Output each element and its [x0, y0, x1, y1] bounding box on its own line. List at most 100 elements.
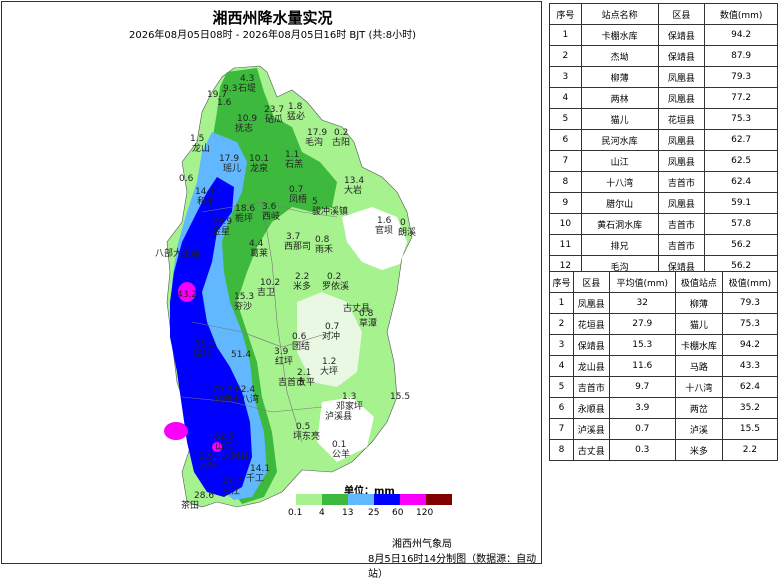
table-cell: 10: [549, 213, 582, 235]
table-cell: 猫儿: [580, 108, 659, 130]
map-station-label: 骏冲溪镇: [312, 207, 349, 217]
map-station-label: 0.2: [334, 128, 349, 138]
table-cell: 柳薄: [675, 292, 723, 314]
station-row: 3 柳薄 凤凰县 79.3: [549, 66, 778, 88]
map-station-label: 1.3: [342, 392, 357, 402]
map-station-label: 葛莱: [250, 249, 269, 259]
table-cell: 4: [549, 87, 582, 109]
table-header-cell: 区县: [657, 3, 706, 25]
map-station-label: 4.4: [249, 239, 264, 249]
table-cell: 62.7: [704, 129, 778, 151]
table-header-cell: 序号: [549, 3, 582, 25]
map-station-label: 0.6: [179, 174, 194, 184]
map-station-label: 0: [400, 218, 406, 228]
table-cell: 8: [549, 171, 582, 193]
table-cell: 77.2: [704, 87, 778, 109]
map-station-label: 石羔: [285, 160, 304, 170]
map-station-label: 0.7: [325, 322, 340, 332]
map-station-label: 3.9: [274, 347, 289, 357]
station-row: 10 黄石洞水库 吉首市 57.8: [549, 213, 778, 235]
county-row: 3 保靖县 15.3 卡棚水库 94.2: [548, 334, 779, 356]
table-cell: 黄石洞水库: [580, 213, 659, 235]
county-row: 7 泸溪县 0.7 泸溪 15.5: [548, 418, 779, 440]
map-station-label: 15.5: [390, 392, 411, 402]
table-cell: 0.3: [608, 439, 677, 461]
map-station-label: 泸溪县: [325, 412, 353, 422]
county-row: 8 古丈县 0.3 米多 2.2: [548, 439, 779, 461]
table-cell: 两林: [580, 87, 659, 109]
table-cell: 6: [548, 397, 575, 419]
table-cell: 柳薄: [580, 66, 659, 88]
table-cell: 凤凰县: [573, 292, 610, 314]
table-cell: 凤凰县: [657, 87, 706, 109]
station-row: 8 十八湾 吉首市 62.4: [549, 171, 778, 193]
map-station-label: 大坪: [320, 367, 339, 377]
map-station-label: 17.9: [219, 154, 240, 164]
table-cell: 米多: [675, 439, 723, 461]
footer-organization: 湘西州气象局: [392, 539, 452, 550]
map-station-label: 对冲: [322, 332, 341, 342]
magenta-spot-2: [164, 422, 188, 440]
legend-swatch: [296, 494, 322, 505]
map-station-label: 红坪: [275, 357, 294, 367]
legend-tick-label: 13: [342, 508, 354, 518]
stations-table-header: 序号 站点名称 区县 数值(mm): [549, 3, 778, 25]
map-station-label: 1.2: [322, 357, 337, 367]
map-station-label: 西那司: [284, 242, 312, 252]
map-station-label: 石堤: [238, 84, 257, 94]
map-station-label: 41.7: [222, 477, 243, 487]
map-station-label: 10.1: [249, 154, 270, 164]
map-station-label: 公羊: [332, 450, 351, 460]
map-station-label: 3.6: [262, 202, 277, 212]
table-cell: 9.7: [608, 376, 677, 398]
table-cell: 十八湾: [675, 376, 723, 398]
counties-table-header: 序号 区县 平均值(mm) 极值站点 极值(mm): [548, 271, 779, 293]
table-cell: 11.6: [608, 355, 677, 377]
table-cell: 民河水库: [580, 129, 659, 151]
table-cell: 8: [548, 439, 575, 461]
table-cell: 保靖县: [573, 334, 610, 356]
station-row: 1 卡棚水库 保靖县 94.2: [549, 24, 778, 46]
map-station-label: 邓家坪: [336, 402, 364, 412]
table-cell: 3: [548, 334, 575, 356]
table-cell: 57.8: [704, 213, 778, 235]
map-station-label: 龙山: [192, 144, 211, 154]
table-header-cell: 数值(mm): [704, 3, 778, 25]
map-station-label: 吉卫: [257, 288, 276, 298]
table-cell: 马路: [675, 355, 723, 377]
map-station-label: 三江: [222, 487, 241, 497]
table-cell: 0.7: [608, 418, 677, 440]
table-cell: 15.3: [608, 334, 677, 356]
map-station-label: 43.2: [177, 290, 198, 300]
table-cell: 凤凰县: [657, 192, 706, 214]
legend-tick-label: 0.1: [288, 508, 303, 518]
table-cell: 山江: [580, 150, 659, 172]
table-cell: 两岔: [675, 397, 723, 419]
map-station-label: 柳薄: [214, 395, 233, 405]
station-row: 7 山江 凤凰县 62.5: [549, 150, 778, 172]
map-station-label: 14.1: [250, 464, 271, 474]
map-station-label: 朗溪: [398, 228, 417, 238]
legend-swatch: [400, 494, 426, 505]
map-station-label: 八部大王庙: [155, 249, 201, 259]
map-station-label: 14.1: [195, 187, 216, 197]
table-cell: 花垣县: [573, 313, 610, 335]
map-station-label: 13.4: [344, 176, 365, 186]
map-station-label: 1.5: [190, 134, 205, 144]
map-station-label: 团结: [292, 342, 311, 352]
table-cell: 吉首市: [657, 234, 706, 256]
table-cell: 腊尔山: [580, 192, 659, 214]
map-station-label: 木叶: [199, 462, 218, 472]
legend-swatch: [426, 494, 452, 505]
table-cell: 泸溪: [675, 418, 723, 440]
station-row: 4 两林 凤凰县 77.2: [549, 87, 778, 109]
table-cell: 9: [549, 192, 582, 214]
map-station-label: 瑶儿: [223, 164, 242, 174]
map-station-label: 2.5: [199, 452, 214, 462]
table-cell: 2.2: [721, 439, 779, 461]
map-station-label: 23.7: [264, 105, 285, 115]
map-station-label: 0.6: [292, 332, 307, 342]
table-cell: 龙山县: [573, 355, 610, 377]
map-station-label: 十八湾: [232, 395, 260, 405]
table-cell: 5: [548, 376, 575, 398]
